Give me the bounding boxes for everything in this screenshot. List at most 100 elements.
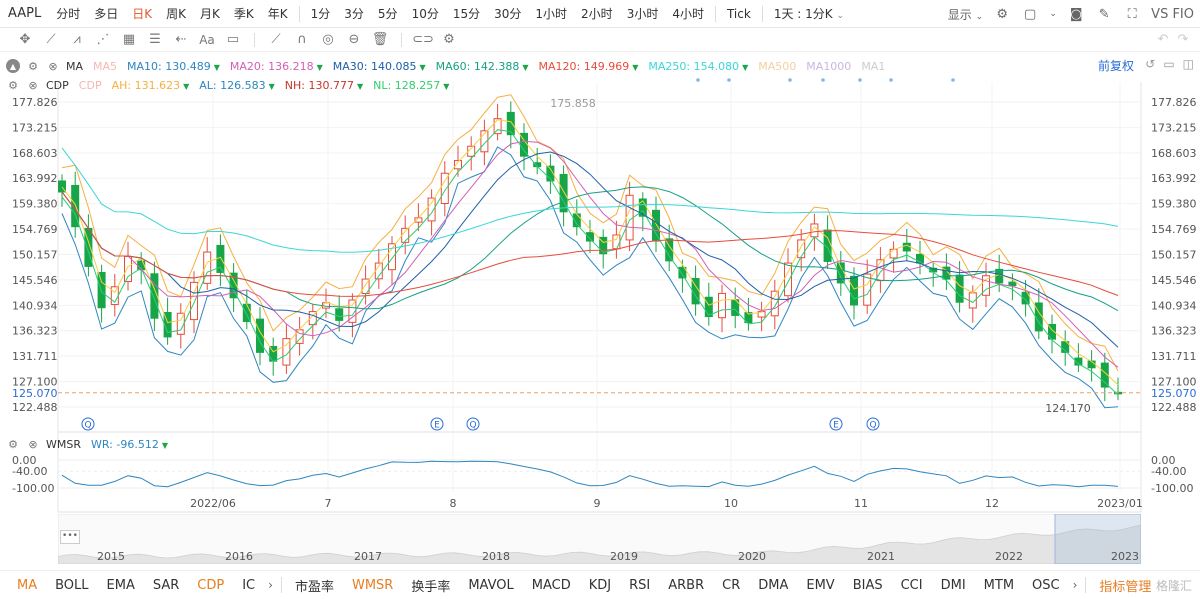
legend-item[interactable]: NL: 128.257 ▼ [373, 79, 449, 92]
ruler-icon[interactable]: ⟋ [265, 31, 287, 49]
period-tab[interactable]: 年K [261, 5, 295, 22]
display-select[interactable]: 显示 ⌄ [948, 6, 983, 23]
indicator-tab[interactable]: EMA [98, 578, 144, 593]
magnet-icon[interactable]: ∩ [291, 31, 313, 49]
settings-icon[interactable]: ⚙ [26, 59, 40, 73]
maximize-icon[interactable]: ◫ [1183, 57, 1194, 71]
custom-period-select[interactable]: 1天 : 1分K ⌄ [767, 5, 851, 22]
legend-item[interactable]: MA60: 142.388 ▼ [436, 60, 529, 73]
symbol-label[interactable]: AAPL [0, 6, 49, 21]
camera-icon[interactable]: ◙ [1067, 5, 1085, 23]
kline-chart[interactable]: 177.826 177.826 173.215 173.215 168.603 168.6… [0, 52, 1200, 522]
indicator-tab[interactable]: CDP [188, 578, 233, 593]
settings-icon[interactable]: ⚙ [438, 31, 460, 49]
indicator-tab[interactable]: BOLL [46, 578, 97, 593]
indicator-tab[interactable]: IC [233, 578, 264, 593]
period-tab[interactable]: 日K [125, 5, 159, 22]
indicator-tab[interactable]: ARBR [659, 578, 713, 593]
legend-item[interactable]: MA1 [861, 60, 885, 73]
legend-item[interactable]: AH: 131.623 ▼ [112, 79, 190, 92]
comment-icon[interactable]: ▭ [222, 31, 244, 49]
period-tab[interactable]: 4小时 [665, 5, 711, 22]
indicator-tab[interactable]: EMV [797, 578, 843, 593]
chevron-right-icon[interactable]: › [264, 578, 277, 592]
event-marker[interactable]: Q [466, 417, 480, 431]
gear-icon[interactable]: ⚙ [993, 5, 1011, 23]
legend-item[interactable]: CDP [79, 79, 102, 92]
legend-item[interactable]: MA500 [758, 60, 796, 73]
chart-tool-icon[interactable]: ▦ [118, 31, 140, 49]
close-icon[interactable]: ⊗ [26, 78, 40, 92]
settings-icon[interactable]: ⚙ [6, 78, 20, 92]
indicator-tab[interactable]: CR [713, 578, 749, 593]
redo-icon[interactable]: ↷ [1172, 31, 1194, 49]
pencil-icon[interactable]: ✎ [1095, 5, 1113, 23]
adjust-select[interactable]: 前复权 [1098, 57, 1134, 74]
move-icon[interactable]: ✥ [14, 31, 36, 49]
legend-item[interactable]: MA250: 154.080 ▼ [648, 60, 748, 73]
close-icon[interactable]: ⊗ [46, 59, 60, 73]
period-tab[interactable]: 10分 [405, 5, 446, 22]
text-tool-icon[interactable]: Aa [196, 31, 218, 49]
indicator-tab[interactable]: DMA [749, 578, 797, 593]
legend-item[interactable]: MA120: 149.969 ▼ [539, 60, 639, 73]
arrow-left-icon[interactable]: ⇠ [170, 31, 192, 49]
period-tab[interactable]: 5分 [371, 5, 405, 22]
period-tab[interactable]: 2小时 [574, 5, 620, 22]
trend-tool-icon[interactable]: ⩘ [66, 31, 88, 49]
indicator-tab[interactable]: OSC [1023, 578, 1069, 593]
period-tab[interactable]: 30分 [487, 5, 528, 22]
undo-icon[interactable]: ↶ [1152, 31, 1174, 49]
indicator-tab[interactable]: MTM [975, 578, 1023, 593]
trash-icon[interactable]: 🗑 [369, 31, 391, 49]
indicator-tab[interactable]: 换手率 [402, 576, 459, 595]
chevron-down-icon[interactable]: ⌄ [1049, 5, 1057, 23]
fullscreen-icon[interactable]: ⛶ [1123, 5, 1141, 23]
legend-item[interactable]: MA10: 130.489 ▼ [127, 60, 220, 73]
period-tab[interactable]: 月K [193, 5, 227, 22]
legend-item[interactable]: MA30: 140.085 ▼ [333, 60, 426, 73]
square-icon[interactable]: ▢ [1021, 5, 1039, 23]
time-navigator[interactable]: 2015 2016 2017 2018 2019 2020 2021 2022 2023 [58, 514, 1141, 564]
event-marker[interactable]: Q [81, 417, 95, 431]
indicator-manager-button[interactable]: 指标管理 [1090, 576, 1160, 595]
indicator-tab[interactable]: 市盈率 [286, 576, 343, 595]
indicator-tab[interactable]: MACD [523, 578, 580, 593]
indicator-tab[interactable]: RSI [620, 578, 659, 593]
chevron-right-icon[interactable]: › [1069, 578, 1082, 592]
period-tab[interactable]: 3小时 [620, 5, 666, 22]
legend-item[interactable]: WR: -96.512 ▼ [91, 438, 168, 451]
link-icon[interactable]: ⊂⊃ [412, 31, 434, 49]
navigator-menu-button[interactable]: ••• [60, 530, 80, 544]
event-marker[interactable]: E [430, 417, 444, 431]
indicator-tab[interactable]: MAVOL [459, 578, 522, 593]
fib-tool-icon[interactable]: ☰ [144, 31, 166, 49]
lock-icon[interactable]: ⊖ [343, 31, 365, 49]
indicator-tab[interactable]: KDJ [580, 578, 620, 593]
legend-item[interactable]: MA20: 136.218 ▼ [230, 60, 323, 73]
period-tab[interactable]: 多日 [87, 5, 125, 22]
event-marker[interactable]: E [829, 417, 843, 431]
reset-icon[interactable]: ↺ [1145, 57, 1155, 71]
period-tab[interactable]: Tick [720, 7, 758, 21]
indicator-tab[interactable]: CCI [892, 578, 932, 593]
period-tab[interactable]: 1小时 [528, 5, 574, 22]
legend-item[interactable]: MA1000 [806, 60, 851, 73]
minimize-icon[interactable]: ▭ [1163, 57, 1174, 71]
compare-label[interactable]: VS FIO [1151, 7, 1194, 22]
event-marker[interactable]: Q [866, 417, 880, 431]
legend-item[interactable]: MA5 [93, 60, 117, 73]
settings-icon[interactable]: ⚙ [6, 437, 20, 451]
collapse-icon[interactable]: ▲ [6, 59, 20, 73]
indicator-tab[interactable]: SAR [144, 578, 188, 593]
indicator-tab[interactable]: MA [8, 578, 46, 593]
period-tab[interactable]: 季K [227, 5, 261, 22]
period-tab[interactable]: 周K [159, 5, 193, 22]
period-tab[interactable]: 分时 [49, 5, 87, 22]
indicator-tab[interactable]: BIAS [844, 578, 892, 593]
period-tab[interactable]: 3分 [337, 5, 371, 22]
polyline-tool-icon[interactable]: ⋰ [92, 31, 114, 49]
period-tab[interactable]: 15分 [446, 5, 487, 22]
period-tab[interactable]: 1分 [304, 5, 338, 22]
indicator-tab[interactable]: DMI [932, 578, 975, 593]
